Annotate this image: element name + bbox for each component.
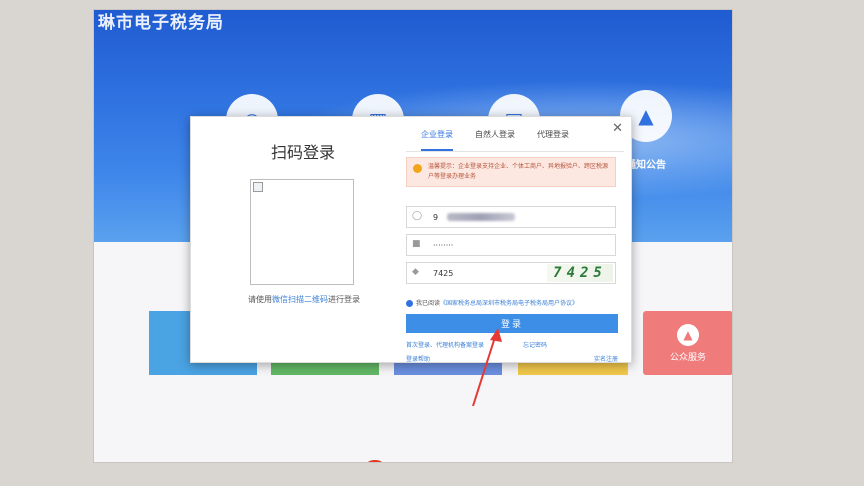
lock-icon: ■ — [412, 239, 421, 249]
qr-code-image — [250, 179, 354, 285]
notice-label[interactable]: 通知公告 — [626, 156, 666, 171]
shield-icon: ◆ — [412, 267, 419, 277]
graduation-cap-icon: ▲ — [677, 323, 699, 346]
password-field[interactable]: ■ — [406, 234, 616, 256]
account-field[interactable]: ◯ — [406, 206, 616, 228]
tab-enterprise-login[interactable]: 企业登录 — [421, 129, 453, 151]
login-tabs: 企业登录 自然人登录 代理登录 — [406, 129, 624, 152]
agreement-checkbox[interactable] — [406, 300, 413, 307]
red-arrow-annotation — [472, 328, 502, 407]
user-icon: ◯ — [412, 211, 423, 221]
public-service-label: 公众服务 — [669, 352, 706, 363]
warm-tip-box: 温馨提示：企业登录支持企业、个体工商户、异地报验户、跨区税源户等登录办理业务 — [406, 157, 616, 187]
real-name-register-link[interactable]: 实名注册 — [594, 354, 618, 363]
qr-hint-link[interactable]: 微信扫描二维码 — [272, 295, 328, 304]
tab-agent-login[interactable]: 代理登录 — [537, 129, 569, 151]
captcha-image[interactable]: 7425 — [547, 264, 613, 282]
agreement-row: 我已阅读《国家税务总局深圳市税务局电子税务局用户协议》 — [406, 298, 621, 307]
captcha-field[interactable]: ◆ 7425 — [406, 262, 616, 284]
user-agreement-link[interactable]: 《国家税务总局深圳市税务局电子税务局用户协议》 — [440, 300, 578, 307]
login-button[interactable]: 登录 — [406, 314, 618, 333]
tab-natural-person-login[interactable]: 自然人登录 — [475, 129, 515, 151]
qr-title: 扫码登录 — [271, 143, 336, 162]
login-dialog: ✕ 扫码登录 请使用微信扫描二维码进行登录 企业登录 自然人登录 代理登录 温馨… — [190, 116, 632, 363]
qr-hint: 请使用微信扫描二维码进行登录 — [248, 294, 360, 305]
broken-image-icon — [253, 182, 263, 192]
warning-icon — [413, 164, 422, 173]
forgot-password-link[interactable]: 忘记密码 — [523, 340, 547, 349]
account-login-pane: 企业登录 自然人登录 代理登录 温馨提示：企业登录支持企业、个体工商户、异地报验… — [406, 117, 624, 363]
warm-tip-text: 温馨提示：企业登录支持企业、个体工商户、异地报验户、跨区税源户等登录办理业务 — [428, 163, 609, 180]
public-service-tile[interactable]: ▲ 公众服务 — [643, 311, 732, 375]
password-input[interactable] — [433, 238, 583, 252]
browser-screen: 琳市电子税务局 ◉ ▦ ▤ ▲ 通知公告 ▲ 公众服务 ✕ 扫码登录 请使用微信… — [94, 10, 732, 462]
qr-hint-suffix: 进行登录 — [328, 295, 360, 304]
site-title: 琳市电子税务局 — [98, 13, 224, 33]
red-logo-fragment — [364, 460, 386, 462]
masked-account — [447, 213, 515, 221]
qr-hint-prefix: 请使用 — [248, 295, 272, 304]
qr-login-pane: 扫码登录 请使用微信扫描二维码进行登录 — [191, 117, 401, 362]
login-help-link[interactable]: 登录帮助 — [406, 354, 430, 363]
agreement-prefix: 我已阅读 — [416, 300, 441, 307]
